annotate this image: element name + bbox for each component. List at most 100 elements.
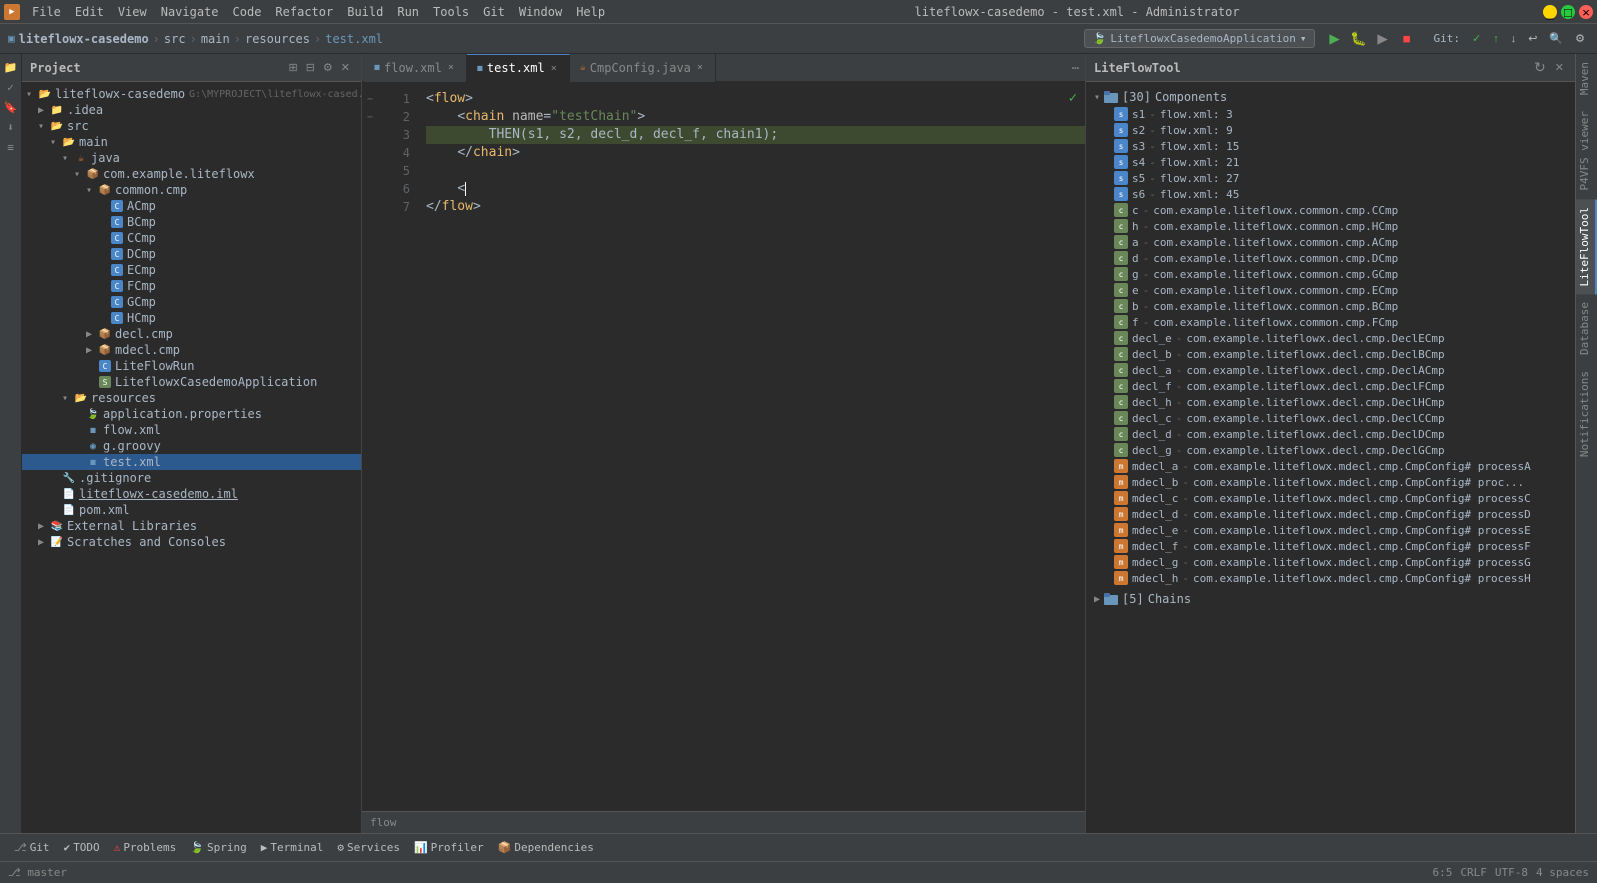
git-push-button[interactable]: ↑ xyxy=(1489,31,1503,47)
sidebar-pullrequests-icon[interactable]: ⬇ xyxy=(2,118,20,136)
git-update-button[interactable]: ↓ xyxy=(1507,31,1521,47)
tree-root[interactable]: ▾ 📂 liteflowx-casedemo G:\MYPROJECT\lite… xyxy=(22,86,361,102)
tree-item-ECmp[interactable]: C ECmp xyxy=(22,262,361,278)
menu-view[interactable]: View xyxy=(112,3,153,21)
comp-mdecl-b[interactable]: m mdecl_b - com.example.liteflowx.mdecl.… xyxy=(1094,474,1567,490)
sidebar-project-icon[interactable]: 📁 xyxy=(2,58,20,76)
tab-flow-xml-close[interactable]: × xyxy=(446,61,456,74)
tree-item-package-root[interactable]: ▾ 📦 com.example.liteflowx xyxy=(22,166,361,182)
run-button[interactable]: ▶ xyxy=(1323,28,1345,50)
comp-d[interactable]: c d - com.example.liteflowx.common.cmp.D… xyxy=(1094,250,1567,266)
tree-item-application-properties[interactable]: 🍃 application.properties xyxy=(22,406,361,422)
minimize-button[interactable]: _ xyxy=(1543,5,1557,19)
comp-s3[interactable]: s s3 - flow.xml: 15 xyxy=(1094,138,1567,154)
comp-mdecl-d[interactable]: m mdecl_d - com.example.liteflowx.mdecl.… xyxy=(1094,506,1567,522)
tree-item-BCmp[interactable]: C BCmp xyxy=(22,214,361,230)
tree-item-main[interactable]: ▾ 📂 main xyxy=(22,134,361,150)
git-commit-button[interactable]: ✓ xyxy=(1468,30,1485,47)
right-tab-notifications[interactable]: Notifications xyxy=(1576,363,1597,465)
menu-git[interactable]: Git xyxy=(477,3,511,21)
right-panel-close[interactable]: ✕ xyxy=(1552,57,1567,78)
tree-item-gitignore[interactable]: 🔧 .gitignore xyxy=(22,470,361,486)
sidebar-structure-icon[interactable]: ≡ xyxy=(2,138,20,156)
code-content[interactable]: <flow> <chain name="testChain"> THEN(s1,… xyxy=(418,82,1085,811)
tree-item-external-libs[interactable]: ▶ 📚 External Libraries xyxy=(22,518,361,534)
menu-window[interactable]: Window xyxy=(513,3,568,21)
comp-decl-h[interactable]: c decl_h - com.example.liteflowx.decl.cm… xyxy=(1094,394,1567,410)
tree-item-DCmp[interactable]: C DCmp xyxy=(22,246,361,262)
tree-item-test-xml[interactable]: ◼ test.xml xyxy=(22,454,361,470)
bottom-profiler-btn[interactable]: 📊 Profiler xyxy=(408,839,490,856)
tree-item-flow-xml[interactable]: ◼ flow.xml xyxy=(22,422,361,438)
comp-decl-c[interactable]: c decl_c - com.example.liteflowx.decl.cm… xyxy=(1094,410,1567,426)
bottom-problems-btn[interactable]: ⚠ Problems xyxy=(108,839,183,856)
comp-c[interactable]: c c - com.example.liteflowx.common.cmp.C… xyxy=(1094,202,1567,218)
menu-build[interactable]: Build xyxy=(341,3,389,21)
comp-mdecl-a[interactable]: m mdecl_a - com.example.liteflowx.mdecl.… xyxy=(1094,458,1567,474)
bottom-services-btn[interactable]: ⚙ Services xyxy=(331,839,406,856)
coverage-button[interactable]: ▶ xyxy=(1371,28,1393,50)
comp-g[interactable]: c g - com.example.liteflowx.common.cmp.G… xyxy=(1094,266,1567,282)
comp-mdecl-g[interactable]: m mdecl_g - com.example.liteflowx.mdecl.… xyxy=(1094,554,1567,570)
comp-f[interactable]: c f - com.example.liteflowx.common.cmp.F… xyxy=(1094,314,1567,330)
comp-a[interactable]: c a - com.example.liteflowx.common.cmp.A… xyxy=(1094,234,1567,250)
components-section-header[interactable]: ▾ [30] Components xyxy=(1094,88,1567,106)
fold-2[interactable]: − xyxy=(362,108,378,126)
tree-item-scratches[interactable]: ▶ 📝 Scratches and Consoles xyxy=(22,534,361,550)
tree-item-LiteflowxCasedemoApp[interactable]: S LiteflowxCasedemoApplication xyxy=(22,374,361,390)
tree-item-iml[interactable]: 📄 liteflowx-casedemo.iml xyxy=(22,486,361,502)
breadcrumb-file[interactable]: test.xml xyxy=(325,32,383,46)
tree-item-decl-cmp[interactable]: ▶ 📦 decl.cmp xyxy=(22,326,361,342)
tree-item-pom[interactable]: 📄 pom.xml xyxy=(22,502,361,518)
project-name[interactable]: liteflowx-casedemo xyxy=(19,32,149,46)
run-config-selector[interactable]: 🍃 LiteflowxCasedemoApplication ▾ xyxy=(1084,29,1316,48)
bottom-spring-btn[interactable]: 🍃 Spring xyxy=(184,839,252,856)
chains-section-header[interactable]: ▶ [5] Chains xyxy=(1094,590,1567,608)
tab-flow-xml[interactable]: ◼ flow.xml × xyxy=(364,54,467,82)
tree-item-LiteFlowRun[interactable]: C LiteFlowRun xyxy=(22,358,361,374)
bottom-todo-btn[interactable]: ✔ TODO xyxy=(58,839,106,856)
menu-navigate[interactable]: Navigate xyxy=(155,3,225,21)
comp-s1[interactable]: s s1 - flow.xml: 3 xyxy=(1094,106,1567,122)
status-line-endings[interactable]: CRLF xyxy=(1460,866,1487,879)
settings-button[interactable]: ⚙ xyxy=(1571,30,1589,47)
comp-s4[interactable]: s s4 - flow.xml: 21 xyxy=(1094,154,1567,170)
tab-test-xml[interactable]: ◼ test.xml × xyxy=(467,54,570,82)
maximize-button[interactable]: □ xyxy=(1561,5,1575,19)
comp-e[interactable]: c e - com.example.liteflowx.common.cmp.E… xyxy=(1094,282,1567,298)
breadcrumb-resources[interactable]: resources xyxy=(245,32,310,46)
menu-refactor[interactable]: Refactor xyxy=(269,3,339,21)
stop-button[interactable]: ■ xyxy=(1395,28,1417,50)
comp-s5[interactable]: s s5 - flow.xml: 27 xyxy=(1094,170,1567,186)
tree-item-g-groovy[interactable]: ◉ g.groovy xyxy=(22,438,361,454)
menu-file[interactable]: File xyxy=(26,3,67,21)
tree-item-resources[interactable]: ▾ 📂 resources xyxy=(22,390,361,406)
breadcrumb-main[interactable]: main xyxy=(201,32,230,46)
status-indent[interactable]: 4 spaces xyxy=(1536,866,1589,879)
panel-hide[interactable]: ✕ xyxy=(338,60,353,75)
tree-item-mdecl-cmp[interactable]: ▶ 📦 mdecl.cmp xyxy=(22,342,361,358)
tree-item-GCmp[interactable]: C GCmp xyxy=(22,294,361,310)
tree-item-FCmp[interactable]: C FCmp xyxy=(22,278,361,294)
tree-item-idea[interactable]: ▶ 📁 .idea xyxy=(22,102,361,118)
comp-mdecl-c[interactable]: m mdecl_c - com.example.liteflowx.mdecl.… xyxy=(1094,490,1567,506)
menu-code[interactable]: Code xyxy=(227,3,268,21)
panel-collapse-all[interactable]: ⊟ xyxy=(303,60,318,75)
comp-decl-f[interactable]: c decl_f - com.example.liteflowx.decl.cm… xyxy=(1094,378,1567,394)
comp-s2[interactable]: s s2 - flow.xml: 9 xyxy=(1094,122,1567,138)
fold-1[interactable]: − xyxy=(362,90,378,108)
status-encoding[interactable]: UTF-8 xyxy=(1495,866,1528,879)
menu-run[interactable]: Run xyxy=(391,3,425,21)
comp-mdecl-f[interactable]: m mdecl_f - com.example.liteflowx.mdecl.… xyxy=(1094,538,1567,554)
comp-decl-a[interactable]: c decl_a - com.example.liteflowx.decl.cm… xyxy=(1094,362,1567,378)
tab-test-xml-close[interactable]: × xyxy=(549,62,559,75)
tree-item-ACmp[interactable]: C ACmp xyxy=(22,198,361,214)
bottom-terminal-btn[interactable]: ▶ Terminal xyxy=(255,839,330,856)
editor-more-tabs[interactable]: ⋯ xyxy=(1066,61,1085,75)
tree-item-java[interactable]: ▾ ☕ java xyxy=(22,150,361,166)
comp-mdecl-e[interactable]: m mdecl_e - com.example.liteflowx.mdecl.… xyxy=(1094,522,1567,538)
tab-cmpconfig-java[interactable]: ☕ CmpConfig.java × xyxy=(570,54,716,82)
right-tab-liteflow[interactable]: LiteFlowTool xyxy=(1576,199,1597,294)
status-git-branch[interactable]: ⎇ master xyxy=(8,866,67,879)
search-button[interactable]: 🔍 xyxy=(1545,30,1567,47)
